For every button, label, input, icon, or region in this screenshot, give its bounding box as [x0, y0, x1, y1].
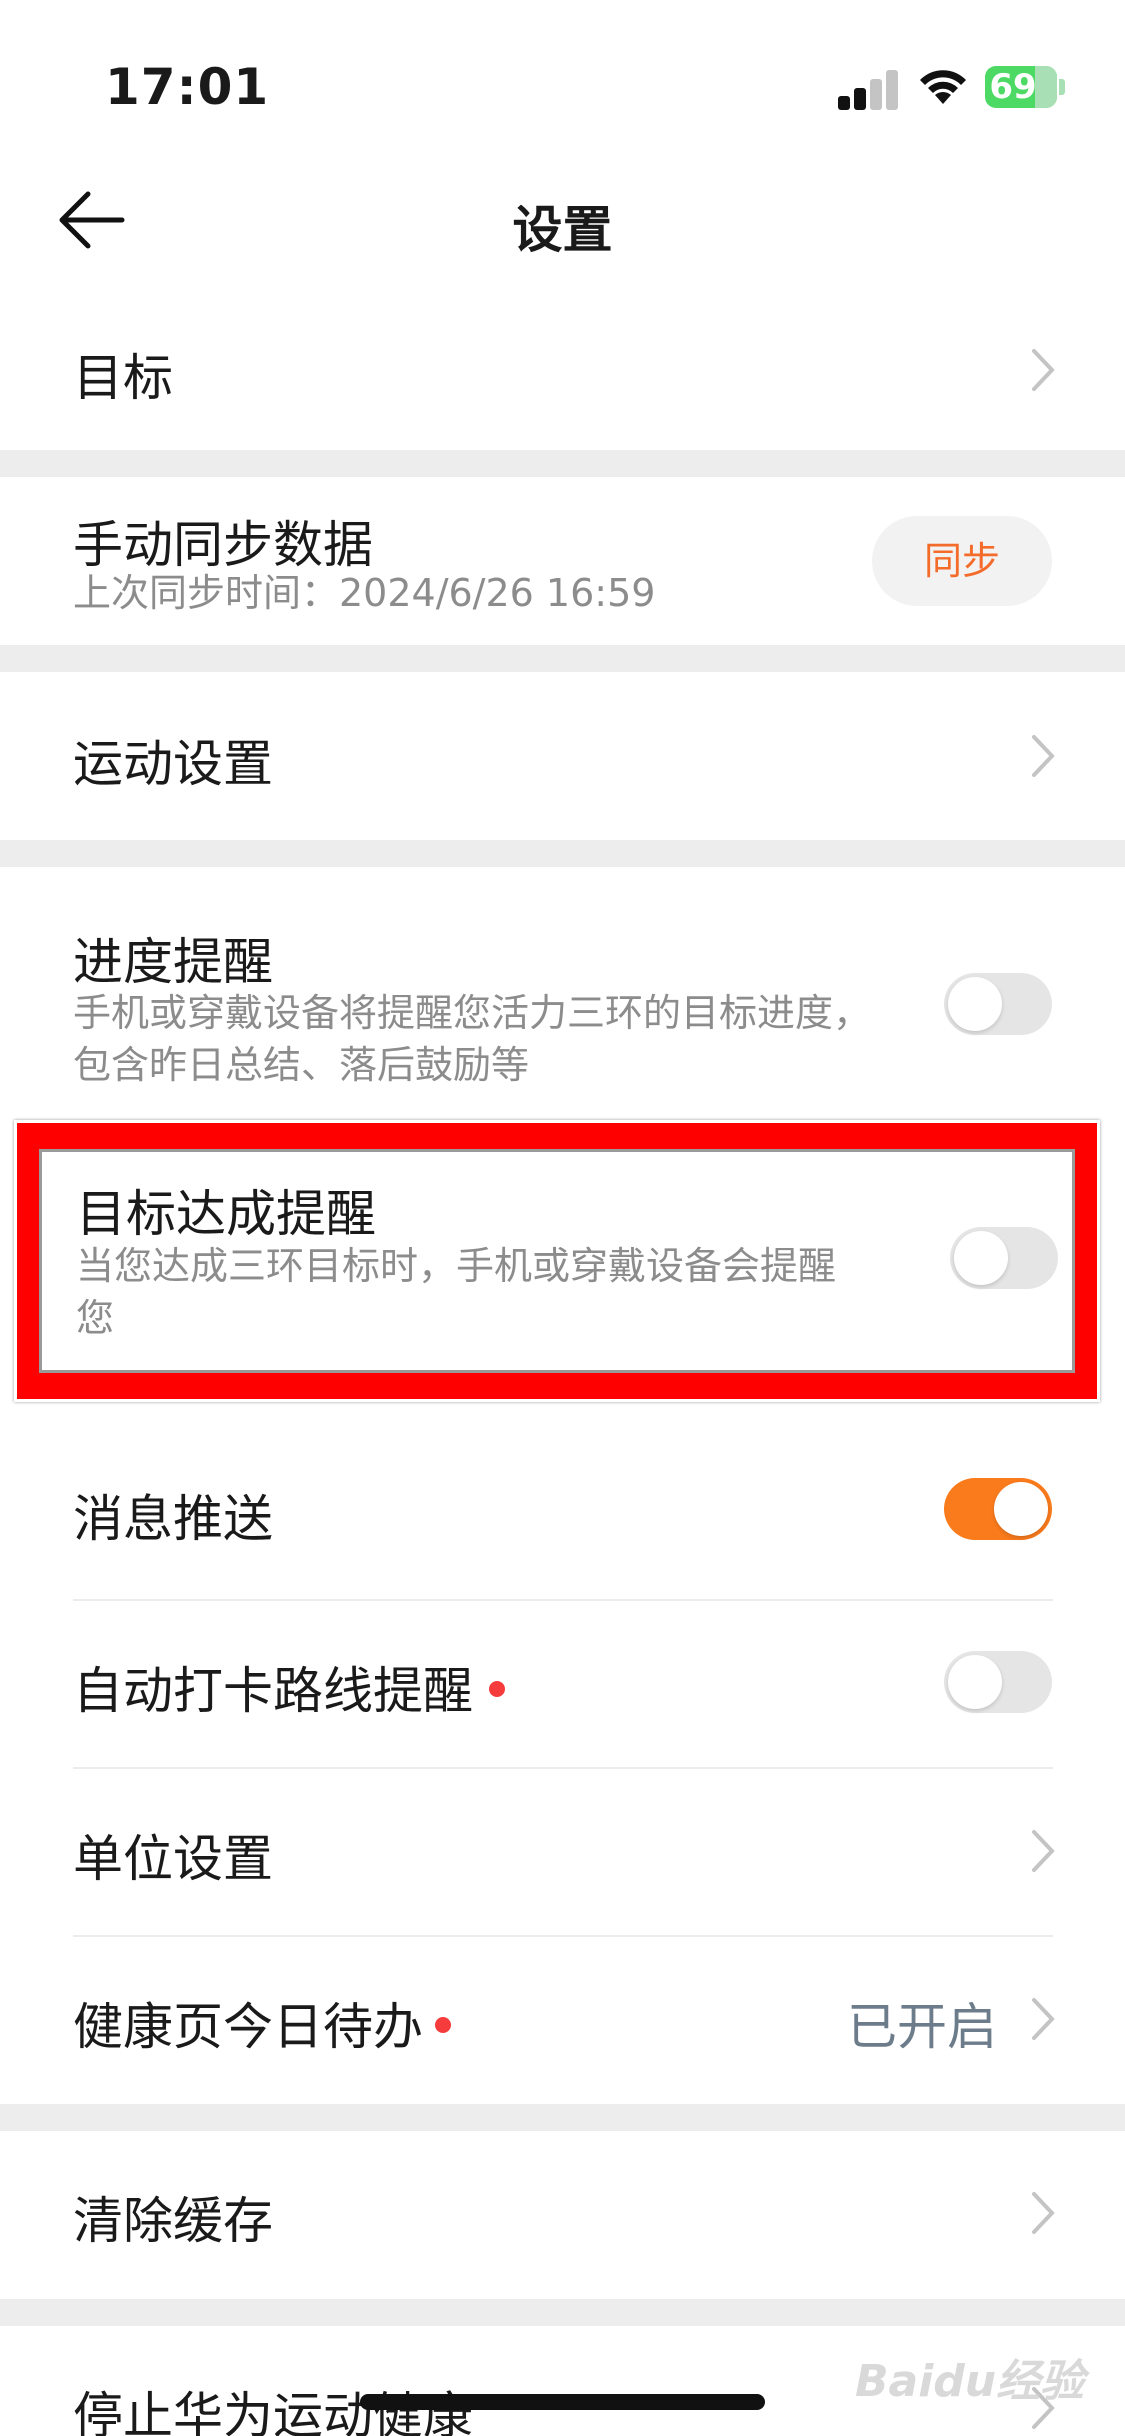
row-auto-checkin-route-title: 自动打卡路线提醒	[73, 1651, 505, 1723]
auto-checkin-route-toggle[interactable]	[944, 1651, 1052, 1713]
row-progress-reminder-title: 进度提醒	[73, 933, 273, 991]
goal-achieved-reminder-toggle[interactable]	[950, 1227, 1058, 1289]
chevron-right-icon	[1032, 1830, 1055, 1872]
row-unit-settings[interactable]: 单位设置	[0, 1769, 1125, 1937]
row-progress-reminder: 进度提醒 手机或穿戴设备将提醒您活力三环的目标进度，包含昨日总结、落后鼓励等	[0, 867, 1125, 1122]
page-title: 设置	[512, 201, 613, 259]
group-sync: 手动同步数据 上次同步时间：2024/6/26 16:59 同步	[0, 477, 1125, 645]
row-clear-cache-title: 清除缓存	[73, 2192, 273, 2250]
row-health-todo-title: 健康页今日待办	[73, 1987, 451, 2059]
status-bar: 17:01 69	[0, 0, 1125, 170]
message-push-toggle[interactable]	[944, 1478, 1052, 1540]
cellular-signal-icon	[838, 68, 898, 110]
chevron-right-icon	[1032, 1998, 1055, 2040]
row-goal-title: 目标	[73, 349, 173, 407]
highlight-frame: 目标达成提醒 当您达成三环目标时，手机或穿戴设备会提醒您	[14, 1120, 1100, 1402]
row-manual-sync-subtitle: 上次同步时间：2024/6/26 16:59	[73, 571, 656, 615]
group-reminders: 进度提醒 手机或穿戴设备将提醒您活力三环的目标进度，包含昨日总结、落后鼓励等 消…	[0, 867, 1125, 2104]
group-exercise: 运动设置	[0, 672, 1125, 840]
row-unit-settings-title: 单位设置	[73, 1830, 273, 1888]
row-manual-sync: 手动同步数据 上次同步时间：2024/6/26 16:59 同步	[0, 477, 1125, 645]
row-clear-cache[interactable]: 清除缓存	[0, 2131, 1125, 2299]
sync-button[interactable]: 同步	[872, 516, 1052, 606]
row-auto-checkin-route: 自动打卡路线提醒	[0, 1601, 1125, 1769]
row-goal-achieved-reminder: 目标达成提醒 当您达成三环目标时，手机或穿戴设备会提醒您	[39, 1149, 1075, 1373]
row-goal[interactable]: 目标	[0, 290, 1125, 450]
row-message-push-title: 消息推送	[73, 1490, 273, 1548]
wifi-icon	[920, 70, 966, 104]
group-cache: 清除缓存	[0, 2131, 1125, 2299]
battery-level: 69	[989, 67, 1037, 107]
new-badge-dot	[435, 2016, 451, 2033]
new-badge-dot	[489, 1680, 505, 1697]
health-todo-status: 已开启	[847, 1998, 997, 2056]
progress-reminder-toggle[interactable]	[944, 973, 1052, 1035]
battery-icon: 69	[985, 66, 1065, 108]
home-indicator[interactable]	[360, 2394, 765, 2410]
row-message-push: 消息推送	[0, 1427, 1125, 1595]
status-time: 17:01	[105, 58, 270, 116]
row-health-todo[interactable]: 健康页今日待办 已开启	[0, 1937, 1125, 2104]
watermark: Baidu经验	[855, 2356, 1085, 2407]
chevron-right-icon	[1032, 349, 1055, 391]
row-progress-reminder-subtitle: 手机或穿戴设备将提醒您活力三环的目标进度，包含昨日总结、落后鼓励等	[73, 991, 872, 1087]
row-exercise-settings[interactable]: 运动设置	[0, 672, 1125, 840]
row-goal-achieved-reminder-title: 目标达成提醒	[76, 1185, 376, 1243]
chevron-right-icon	[1032, 735, 1055, 777]
row-exercise-settings-title: 运动设置	[73, 735, 273, 793]
settings-page: 17:01 69 设置 目标 手动同步数据 上次同步时间：2024/6/26 1…	[0, 0, 1125, 2436]
row-goal-achieved-reminder-subtitle: 当您达成三环目标时，手机或穿戴设备会提醒您	[76, 1244, 837, 1340]
chevron-right-icon	[1032, 2192, 1055, 2234]
